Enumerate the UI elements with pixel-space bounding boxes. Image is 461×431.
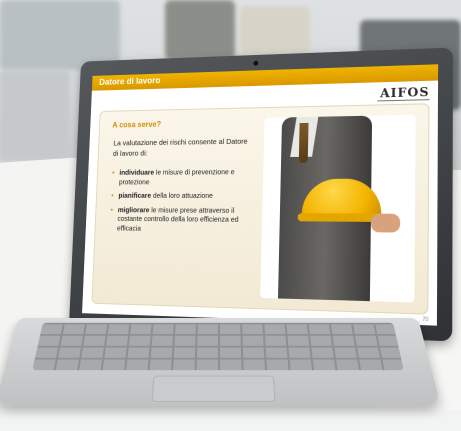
slide-number: 70 xyxy=(422,316,429,324)
touchpad xyxy=(151,375,276,402)
bullet-list: individuare le misure di prevenzione e p… xyxy=(110,167,252,239)
tie xyxy=(298,122,309,163)
background-blur-left xyxy=(0,0,120,70)
logo-underline xyxy=(377,99,430,102)
section-heading: A cosa serve? xyxy=(112,119,162,130)
hand xyxy=(370,213,401,233)
slide-content: A cosa serve? La valutazione dei rischi … xyxy=(91,103,430,315)
background-blur-shelf xyxy=(240,6,310,56)
photo-scene: Datore di lavoro AIFOS A cosa serve? La … xyxy=(0,0,461,431)
laptop-screen: Datore di lavoro AIFOS A cosa serve? La … xyxy=(82,64,439,326)
bullet-item: migliorare le misure prese attraverso il… xyxy=(110,205,251,234)
bullet-bold: migliorare xyxy=(117,204,150,214)
webcam-icon xyxy=(253,60,259,66)
businessman-photo xyxy=(260,114,416,303)
bullet-bold: pianificare xyxy=(118,191,152,200)
background-blur-cabinet xyxy=(0,70,70,160)
laptop-lid: Datore di lavoro AIFOS A cosa serve? La … xyxy=(68,47,454,342)
keyboard xyxy=(32,322,404,371)
bullet-text: della loro attuazione xyxy=(150,191,214,200)
bullet-bold: individuare xyxy=(119,167,155,177)
bullet-item: pianificare della loro attuazione xyxy=(111,191,251,200)
laptop-base xyxy=(0,318,441,406)
slide-title: Datore di lavoro xyxy=(99,75,161,87)
intro-text: La valutazione dei rischi consente al Da… xyxy=(112,136,248,158)
aifos-logo: AIFOS xyxy=(379,84,430,101)
bullet-item: individuare le misure di prevenzione e p… xyxy=(112,167,252,186)
background-blur-person xyxy=(165,0,235,60)
